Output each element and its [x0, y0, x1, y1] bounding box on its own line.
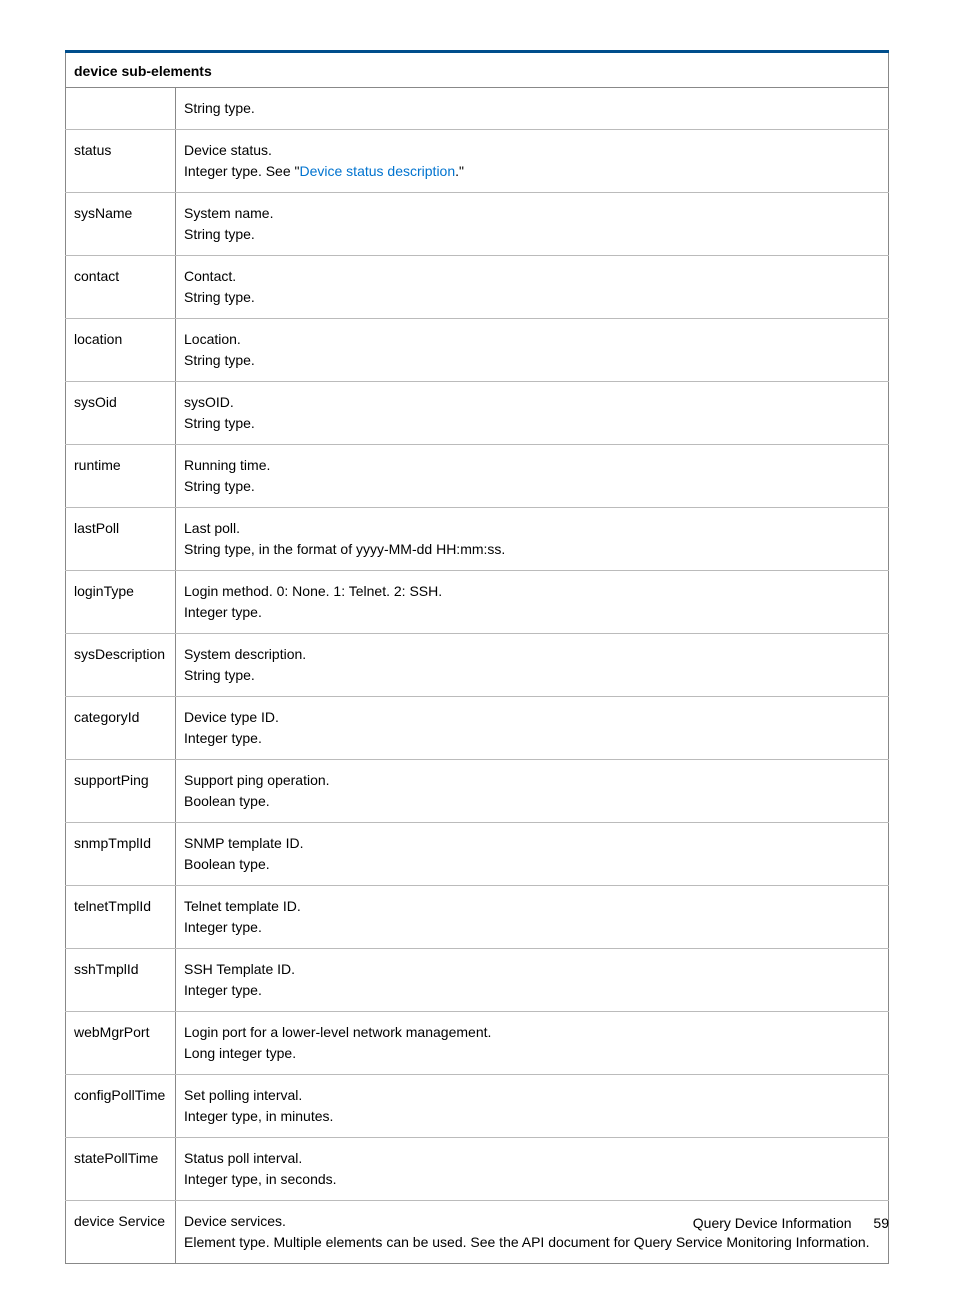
description-line: String type.	[184, 287, 880, 308]
element-description-cell: Support ping operation.Boolean type.	[176, 760, 889, 823]
element-description-cell: System name.String type.	[176, 193, 889, 256]
device-status-description-link[interactable]: Device status description	[300, 163, 456, 179]
description-line: Support ping operation.	[184, 770, 880, 791]
table-row: loginType Login method. 0: None. 1: Telne…	[66, 571, 889, 634]
description-line: String type.	[184, 665, 880, 686]
description-line: Login port for a lower-level network man…	[184, 1022, 880, 1043]
element-description-cell: Telnet template ID.Integer type.	[176, 886, 889, 949]
element-name-cell: supportPing	[66, 760, 176, 823]
page-footer: Query Device Information 59	[693, 1195, 954, 1261]
description-line: System name.	[184, 203, 880, 224]
element-description-cell: Device type ID.Integer type.	[176, 697, 889, 760]
table-row: telnetTmplIdTelnet template ID.Integer t…	[66, 886, 889, 949]
description-line: sysOID.	[184, 392, 880, 413]
table-row: contactContact.String type.	[66, 256, 889, 319]
element-name-cell: sshTmplId	[66, 949, 176, 1012]
description-line: Device type ID.	[184, 707, 880, 728]
description-line: Status poll interval.	[184, 1148, 880, 1169]
description-line: SNMP template ID.	[184, 833, 880, 854]
element-description-cell: Last poll.String type, in the format of …	[176, 508, 889, 571]
description-line: String type.	[184, 476, 880, 497]
element-name-cell: sysDescription	[66, 634, 176, 697]
description-line: Integer type.	[184, 980, 880, 1001]
description-line: Device status.	[184, 140, 880, 161]
element-description-cell: Set polling interval.Integer type, in mi…	[176, 1075, 889, 1138]
element-name-cell: telnetTmplId	[66, 886, 176, 949]
description-line: String type.	[184, 224, 880, 245]
description-line: Last poll.	[184, 518, 880, 539]
description-line: Location.	[184, 329, 880, 350]
element-description-cell: Running time.String type.	[176, 445, 889, 508]
element-description-cell: String type.	[176, 88, 889, 130]
description-line: Boolean type.	[184, 854, 880, 875]
description-line: Telnet template ID.	[184, 896, 880, 917]
table-row: snmpTmplIdSNMP template ID.Boolean type.	[66, 823, 889, 886]
description-line: Login method. 0: None. 1: Telnet. 2: SSH…	[184, 581, 880, 602]
element-name-cell: loginType	[66, 571, 176, 634]
element-name-cell: runtime	[66, 445, 176, 508]
description-line: Integer type.	[184, 728, 880, 749]
element-description-cell: Status poll interval.Integer type, in se…	[176, 1138, 889, 1201]
element-name-cell	[66, 88, 176, 130]
description-line: Set polling interval.	[184, 1085, 880, 1106]
description-line: Integer type.	[184, 602, 880, 623]
table-row: sysOidsysOID.String type.	[66, 382, 889, 445]
element-description-cell: Device status.Integer type. See "Device …	[176, 130, 889, 193]
element-name-cell: configPollTime	[66, 1075, 176, 1138]
element-name-cell: sysOid	[66, 382, 176, 445]
table-row: statusDevice status.Integer type. See "D…	[66, 130, 889, 193]
description-line: String type.	[184, 413, 880, 434]
footer-title: Query Device Information	[693, 1215, 852, 1231]
page-number: 59	[873, 1215, 889, 1231]
element-name-cell: sysName	[66, 193, 176, 256]
description-line: System description.	[184, 644, 880, 665]
description-line: Integer type, in seconds.	[184, 1169, 880, 1190]
element-description-cell: Login method. 0: None. 1: Telnet. 2: SSH…	[176, 571, 889, 634]
description-line: Contact.	[184, 266, 880, 287]
table-row: locationLocation.String type.	[66, 319, 889, 382]
description-line: Integer type. See "Device status descrip…	[184, 161, 880, 182]
element-name-cell: device Service	[66, 1201, 176, 1264]
element-name-cell: lastPoll	[66, 508, 176, 571]
element-description-cell: System description.String type.	[176, 634, 889, 697]
element-description-cell: SNMP template ID.Boolean type.	[176, 823, 889, 886]
table-row: sysNameSystem name.String type.	[66, 193, 889, 256]
table-row: sshTmplIdSSH Template ID.Integer type.	[66, 949, 889, 1012]
table-row: sysDescriptionSystem description.String …	[66, 634, 889, 697]
device-sub-elements-table: device sub-elements String type.statusDe…	[65, 50, 889, 1264]
element-name-cell: snmpTmplId	[66, 823, 176, 886]
description-line: Integer type.	[184, 917, 880, 938]
element-description-cell: Login port for a lower-level network man…	[176, 1012, 889, 1075]
description-line: String type.	[184, 98, 880, 119]
element-name-cell: statePollTime	[66, 1138, 176, 1201]
table-row: supportPingSupport ping operation.Boolea…	[66, 760, 889, 823]
description-line: String type, in the format of yyyy-MM-dd…	[184, 539, 880, 560]
table-row: lastPollLast poll.String type, in the fo…	[66, 508, 889, 571]
table-row: runtimeRunning time.String type.	[66, 445, 889, 508]
description-line: SSH Template ID.	[184, 959, 880, 980]
element-description-cell: sysOID.String type.	[176, 382, 889, 445]
page-content: device sub-elements String type.statusDe…	[0, 0, 954, 1304]
element-name-cell: webMgrPort	[66, 1012, 176, 1075]
element-description-cell: Contact.String type.	[176, 256, 889, 319]
element-name-cell: categoryId	[66, 697, 176, 760]
element-description-cell: SSH Template ID.Integer type.	[176, 949, 889, 1012]
description-line: Running time.	[184, 455, 880, 476]
element-description-cell: Location.String type.	[176, 319, 889, 382]
table-row: String type.	[66, 88, 889, 130]
table-header: device sub-elements	[66, 52, 889, 88]
description-line: String type.	[184, 350, 880, 371]
element-name-cell: status	[66, 130, 176, 193]
description-line: Boolean type.	[184, 791, 880, 812]
description-line: Long integer type.	[184, 1043, 880, 1064]
table-row: categoryIdDevice type ID.Integer type.	[66, 697, 889, 760]
table-row: webMgrPort Login port for a lower-level n…	[66, 1012, 889, 1075]
table-row: configPollTimeSet polling interval.Integ…	[66, 1075, 889, 1138]
description-line: Integer type, in minutes.	[184, 1106, 880, 1127]
element-name-cell: location	[66, 319, 176, 382]
table-row: statePollTimeStatus poll interval.Intege…	[66, 1138, 889, 1201]
element-name-cell: contact	[66, 256, 176, 319]
